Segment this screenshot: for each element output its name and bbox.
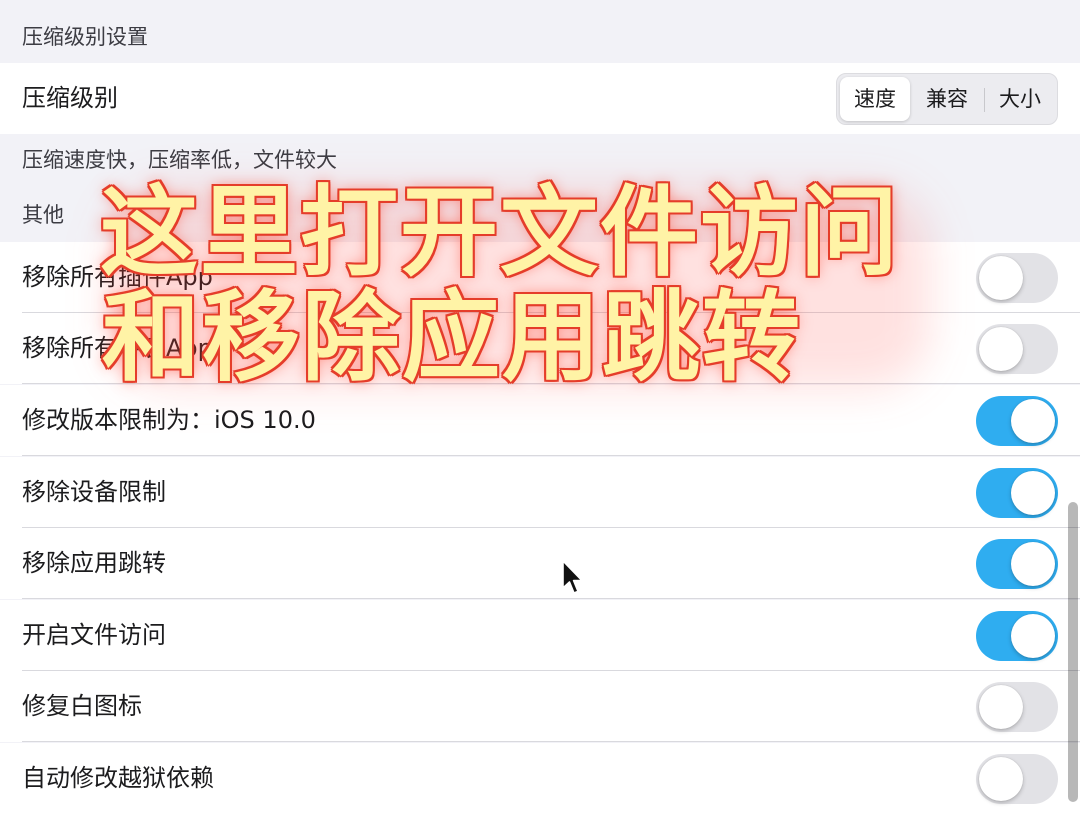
row-label: 移除设备限制	[22, 478, 166, 506]
toggle-knob	[979, 757, 1023, 801]
toggle-knob	[1011, 399, 1055, 443]
toggle-row-remove-device-limit: 移除设备限制	[0, 457, 1080, 528]
mouse-pointer-icon	[562, 560, 583, 594]
compression-level-segmented-control[interactable]: 速度 兼容 大小	[836, 73, 1058, 125]
toggle-row-min-version: 修改版本限制为：iOS 10.0	[0, 385, 1080, 456]
toggle-knob	[1011, 614, 1055, 658]
jailbreak-deps-toggle[interactable]	[976, 754, 1058, 804]
remove-device-limit-toggle[interactable]	[976, 468, 1058, 518]
other-section-header: 其他	[0, 176, 1080, 242]
toggle-knob	[979, 256, 1023, 300]
compression-section-header: 压缩级别设置	[0, 0, 1080, 63]
toggle-row-file-access: 开启文件访问	[0, 600, 1080, 671]
toggle-row-remove-app-jump: 移除应用跳转	[0, 528, 1080, 599]
row-label: 自动修改越狱依赖	[22, 764, 214, 792]
other-section-title: 其他	[22, 203, 64, 227]
toggle-row-jailbreak-deps: 自动修改越狱依赖	[0, 743, 1080, 814]
compression-description-text: 压缩速度快，压缩率低，文件较大	[22, 148, 337, 172]
segment-size[interactable]: 大小	[985, 77, 1055, 121]
row-label: 移除所有插件App	[22, 263, 213, 291]
toggle-row-remove-watch: 移除所有手表App	[0, 313, 1080, 384]
remove-watch-toggle[interactable]	[976, 324, 1058, 374]
remove-plugins-toggle[interactable]	[976, 253, 1058, 303]
compression-level-label: 压缩级别	[22, 84, 118, 112]
row-label: 移除所有手表App	[22, 334, 213, 362]
toggle-knob	[1011, 471, 1055, 515]
vertical-scrollbar[interactable]	[1068, 502, 1078, 802]
toggle-row-remove-plugins: 移除所有插件App	[0, 242, 1080, 313]
row-label: 移除应用跳转	[22, 549, 166, 577]
row-label: 修改版本限制为：iOS 10.0	[22, 406, 316, 434]
row-label: 开启文件访问	[22, 621, 166, 649]
toggle-row-fix-white-icon: 修复白图标	[0, 671, 1080, 742]
row-label: 修复白图标	[22, 692, 142, 720]
file-access-toggle[interactable]	[976, 611, 1058, 661]
compression-section-title: 压缩级别设置	[22, 25, 148, 49]
toggle-knob	[979, 685, 1023, 729]
segment-compat[interactable]: 兼容	[912, 77, 982, 121]
toggle-knob	[1011, 542, 1055, 586]
min-version-toggle[interactable]	[976, 396, 1058, 446]
compression-description: 压缩速度快，压缩率低，文件较大	[0, 134, 1080, 176]
compression-level-row: 压缩级别 速度 兼容 大小	[0, 63, 1080, 134]
segment-speed[interactable]: 速度	[840, 77, 910, 121]
remove-app-jump-toggle[interactable]	[976, 539, 1058, 589]
toggle-knob	[979, 327, 1023, 371]
fix-white-icon-toggle[interactable]	[976, 682, 1058, 732]
